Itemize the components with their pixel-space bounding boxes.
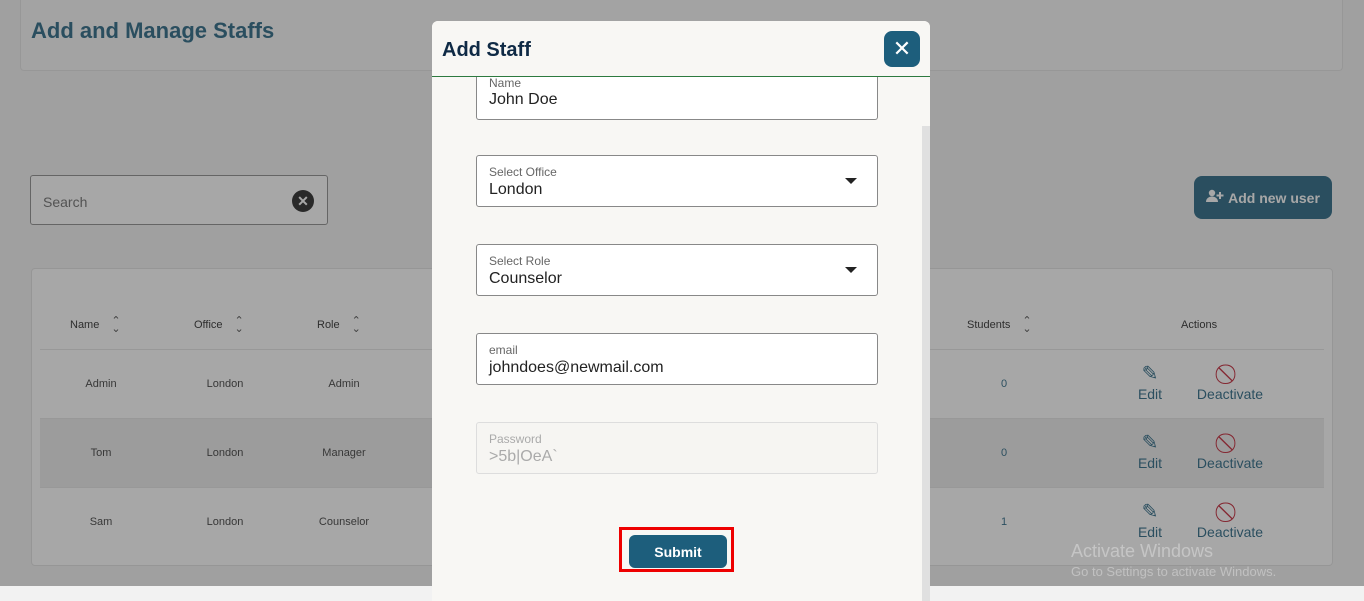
add-staff-modal: Name John Doe Select Office London Selec… — [432, 21, 930, 601]
email-field[interactable]: email johndoes@newmail.com — [476, 333, 878, 385]
password-field: Password >5b|OeA` — [476, 422, 878, 474]
submit-highlight: Submit — [619, 527, 734, 572]
close-button[interactable]: ✕ — [884, 31, 920, 67]
windows-watermark-sub: Go to Settings to activate Windows. — [1071, 564, 1277, 579]
chevron-down-icon — [845, 267, 857, 273]
windows-watermark: Activate Windows — [1071, 541, 1214, 561]
close-icon: ✕ — [892, 36, 912, 61]
modal-header: Add Staff ✕ — [432, 21, 930, 77]
submit-button[interactable]: Submit — [629, 535, 727, 568]
office-select[interactable]: Select Office London — [476, 155, 878, 207]
modal-scrollbar[interactable] — [922, 126, 930, 601]
role-select[interactable]: Select Role Counselor — [476, 244, 878, 296]
modal-title: Add Staff — [442, 39, 531, 61]
chevron-down-icon — [845, 178, 857, 184]
